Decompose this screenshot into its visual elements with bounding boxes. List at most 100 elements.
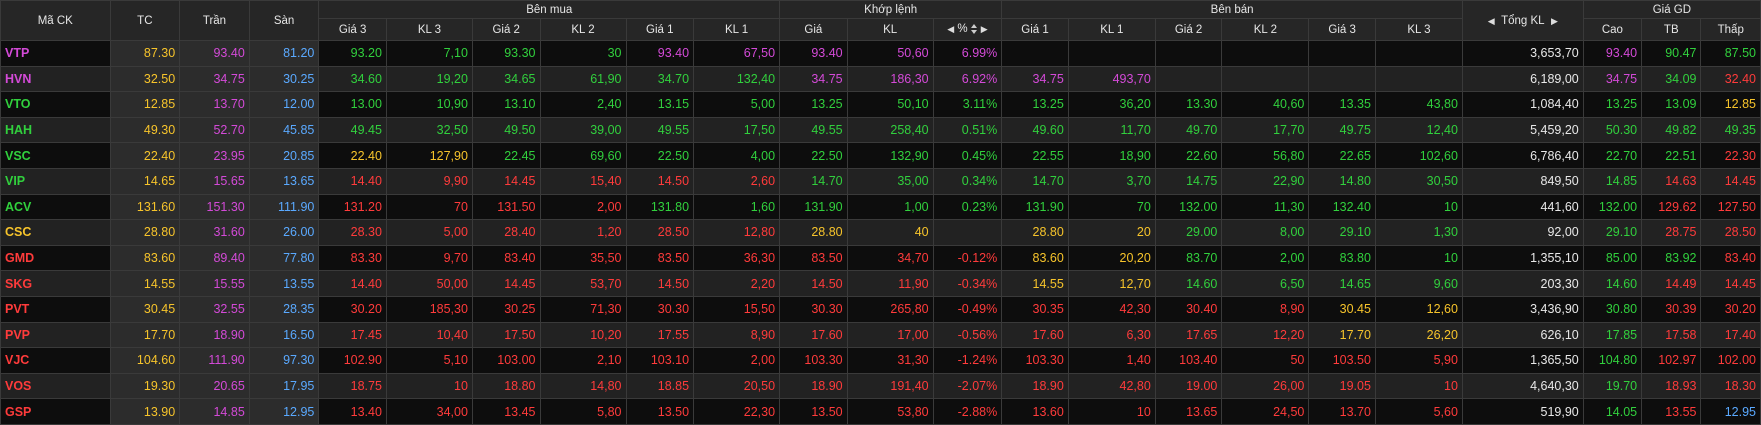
col-sell-price2[interactable]: Giá 2 <box>1154 18 1223 41</box>
sell-price-cell[interactable] <box>1001 40 1069 67</box>
table-row[interactable]: VSC 22.40 23.95 20.85 22.40 127,90 22.45 69,60 2… <box>0 142 1761 169</box>
buy-price-cell[interactable]: 102.90 <box>318 347 387 374</box>
high-price-cell[interactable]: 19.70 <box>1582 372 1643 400</box>
sell-price-cell[interactable]: 29.10 <box>1308 219 1376 246</box>
sell-volume-cell[interactable]: 12,70 <box>1067 270 1156 297</box>
sell-price-cell[interactable]: 28.80 <box>1001 219 1069 246</box>
high-price-cell[interactable]: 30.80 <box>1582 295 1643 323</box>
ceiling-price-cell[interactable]: 15.65 <box>179 167 250 195</box>
buy-volume-cell[interactable]: 35,50 <box>539 244 627 272</box>
sell-price-cell[interactable]: 14.80 <box>1308 167 1376 195</box>
ref-price-cell[interactable]: 13.90 <box>109 398 181 425</box>
table-row[interactable]: VTP 87.30 93.40 81.20 93.20 7,10 93.30 30 93.40 6… <box>0 40 1761 67</box>
match-percent-cell[interactable]: -2.07% <box>932 372 1003 400</box>
match-volume-cell[interactable]: 53,80 <box>846 398 934 425</box>
ceiling-price-cell[interactable]: 23.95 <box>179 142 250 169</box>
buy-volume-cell[interactable]: 5,00 <box>385 219 473 246</box>
buy-volume-cell[interactable]: 69,60 <box>539 142 627 169</box>
sell-volume-cell[interactable]: 36,20 <box>1067 91 1156 118</box>
match-price-cell[interactable]: 131.90 <box>779 193 848 221</box>
ref-price-cell[interactable]: 22.40 <box>109 142 181 169</box>
high-price-cell[interactable]: 14.85 <box>1582 167 1643 195</box>
sell-volume-cell[interactable]: 5,90 <box>1374 347 1463 374</box>
sell-price-cell[interactable]: 30.35 <box>1001 295 1069 323</box>
buy-price-cell[interactable]: 83.30 <box>318 244 387 272</box>
sell-volume-cell[interactable] <box>1221 40 1310 67</box>
total-volume-cell[interactable]: 1,084,40 <box>1461 91 1584 118</box>
match-volume-cell[interactable]: 11,90 <box>846 270 934 297</box>
symbol-cell[interactable]: VJC <box>0 347 111 374</box>
total-volume-cell[interactable]: 4,640,30 <box>1461 372 1584 400</box>
sell-volume-cell[interactable] <box>1374 40 1463 67</box>
match-price-cell[interactable]: 14.70 <box>779 167 848 195</box>
buy-volume-cell[interactable]: 20,50 <box>693 372 781 400</box>
ref-price-cell[interactable]: 30.45 <box>109 295 181 323</box>
ceiling-price-cell[interactable]: 111.90 <box>179 347 250 374</box>
buy-price-cell[interactable]: 28.30 <box>318 219 387 246</box>
sell-price-cell[interactable] <box>1154 65 1223 93</box>
average-price-cell[interactable]: 90.47 <box>1641 40 1702 67</box>
match-price-cell[interactable]: 83.50 <box>779 244 848 272</box>
symbol-cell[interactable]: HVN <box>0 65 111 93</box>
low-price-cell[interactable]: 18.30 <box>1700 372 1761 400</box>
col-total-volume[interactable]: ◀ Tổng KL ▶ <box>1461 0 1584 41</box>
sell-volume-cell[interactable]: 56,80 <box>1221 142 1310 169</box>
buy-price-cell[interactable]: 131.50 <box>471 193 541 221</box>
table-row[interactable]: PVP 17.70 18.90 16.50 17.45 10,40 17.50 10,20 17… <box>0 321 1761 349</box>
low-price-cell[interactable]: 17.40 <box>1700 321 1761 349</box>
ref-price-cell[interactable]: 14.55 <box>109 270 181 297</box>
floor-price-cell[interactable]: 30.25 <box>248 65 320 93</box>
sell-price-cell[interactable]: 22.55 <box>1001 142 1069 169</box>
arrow-left-icon[interactable]: ◀ <box>947 25 954 35</box>
high-price-cell[interactable]: 14.60 <box>1582 270 1643 297</box>
sell-price-cell[interactable]: 22.65 <box>1308 142 1376 169</box>
sell-price-cell[interactable]: 19.00 <box>1154 372 1223 400</box>
sell-volume-cell[interactable]: 10 <box>1374 372 1463 400</box>
total-volume-cell[interactable]: 92,00 <box>1461 219 1584 246</box>
sell-volume-cell[interactable]: 20 <box>1067 219 1156 246</box>
col-sell-vol1[interactable]: KL 1 <box>1067 18 1156 41</box>
buy-price-cell[interactable]: 14.40 <box>318 270 387 297</box>
match-volume-cell[interactable]: 132,90 <box>846 142 934 169</box>
sell-price-cell[interactable]: 49.70 <box>1154 116 1223 144</box>
col-match-price[interactable]: Giá <box>779 18 848 41</box>
col-buy-vol2[interactable]: KL 2 <box>539 18 627 41</box>
match-percent-cell[interactable]: -1.24% <box>932 347 1003 374</box>
buy-price-cell[interactable]: 93.20 <box>318 40 387 67</box>
buy-price-cell[interactable]: 17.45 <box>318 321 387 349</box>
buy-volume-cell[interactable]: 9,90 <box>385 167 473 195</box>
sell-price-cell[interactable]: 17.65 <box>1154 321 1223 349</box>
table-row[interactable]: VOS 19.30 20.65 17.95 18.75 10 18.80 14,80 18.85… <box>0 372 1761 400</box>
sell-volume-cell[interactable]: 11,30 <box>1221 193 1310 221</box>
sell-volume-cell[interactable]: 493,70 <box>1067 65 1156 93</box>
floor-price-cell[interactable]: 16.50 <box>248 321 320 349</box>
match-percent-cell[interactable]: 0.34% <box>932 167 1003 195</box>
buy-volume-cell[interactable]: 7,10 <box>385 40 473 67</box>
buy-volume-cell[interactable]: 4,00 <box>693 142 781 169</box>
low-price-cell[interactable]: 12.95 <box>1700 398 1761 425</box>
sell-price-cell[interactable]: 34.75 <box>1001 65 1069 93</box>
low-price-cell[interactable]: 83.40 <box>1700 244 1761 272</box>
col-sell-price3[interactable]: Giá 3 <box>1308 18 1376 41</box>
buy-price-cell[interactable]: 13.10 <box>471 91 541 118</box>
buy-volume-cell[interactable]: 2,10 <box>539 347 627 374</box>
high-price-cell[interactable]: 29.10 <box>1582 219 1643 246</box>
sell-price-cell[interactable]: 13.30 <box>1154 91 1223 118</box>
buy-volume-cell[interactable]: 2,20 <box>693 270 781 297</box>
average-price-cell[interactable]: 17.58 <box>1641 321 1702 349</box>
buy-price-cell[interactable]: 14.40 <box>318 167 387 195</box>
floor-price-cell[interactable]: 26.00 <box>248 219 320 246</box>
match-volume-cell[interactable]: 191,40 <box>846 372 934 400</box>
total-volume-cell[interactable]: 626,10 <box>1461 321 1584 349</box>
ref-price-cell[interactable]: 49.30 <box>109 116 181 144</box>
buy-price-cell[interactable]: 13.15 <box>625 91 695 118</box>
ceiling-price-cell[interactable]: 89.40 <box>179 244 250 272</box>
buy-volume-cell[interactable]: 2,60 <box>693 167 781 195</box>
total-volume-cell[interactable]: 3,653,70 <box>1461 40 1584 67</box>
match-volume-cell[interactable]: 40 <box>846 219 934 246</box>
ceiling-price-cell[interactable]: 18.90 <box>179 321 250 349</box>
symbol-cell[interactable]: HAH <box>0 116 111 144</box>
buy-price-cell[interactable]: 103.10 <box>625 347 695 374</box>
ceiling-price-cell[interactable]: 14.85 <box>179 398 250 425</box>
buy-volume-cell[interactable]: 22,30 <box>693 398 781 425</box>
